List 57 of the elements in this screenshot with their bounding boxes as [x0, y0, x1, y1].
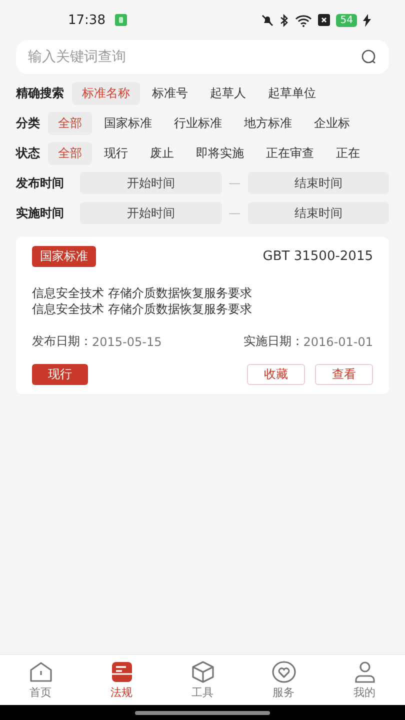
filter-chip[interactable]: 起草单位 — [258, 82, 326, 104]
filter-label: 精确搜索 — [16, 84, 64, 102]
filter-chip[interactable]: 即将实施 — [186, 142, 254, 164]
filter-label: 实施时间 — [16, 204, 65, 222]
implement-date: 2016-01-01 — [303, 334, 373, 348]
date-field[interactable]: 开始时间 — [80, 172, 222, 194]
search-icon[interactable] — [361, 49, 377, 65]
action-button[interactable]: 查看 — [315, 364, 373, 385]
filter-chip[interactable]: 标准名称 — [72, 82, 140, 104]
filter-label: 状态 — [16, 144, 40, 162]
filter-chip[interactable]: 现行 — [94, 142, 138, 164]
category-tag: 国家标准 — [32, 246, 96, 267]
charging-icon — [363, 14, 371, 26]
filter-chip[interactable]: 标准号 — [142, 82, 198, 104]
filter-chip[interactable]: 行业标准 — [164, 112, 232, 134]
filter-chip[interactable]: 起草人 — [200, 82, 256, 104]
app-icon — [115, 14, 128, 26]
filter-chip[interactable]: 废止 — [140, 142, 184, 164]
filter-chip[interactable]: 国家标准 — [94, 112, 162, 134]
battery-level: 54 — [336, 14, 357, 26]
status-time: 17:38 — [68, 12, 106, 28]
status-tag: 现行 — [32, 364, 88, 385]
person-icon — [352, 660, 376, 682]
tab-item[interactable]: 首页 — [0, 655, 81, 705]
standard-title: 信息安全技术 存储介质数据恢复服务要求 — [32, 301, 253, 317]
wifi-icon — [295, 14, 312, 26]
filter-label: 分类 — [16, 114, 40, 132]
standard-code: GBT 31500-2015 — [262, 249, 373, 264]
home-icon — [28, 660, 52, 682]
sim-icon — [318, 14, 330, 26]
document-icon — [110, 660, 134, 682]
filter-chip[interactable]: 企业标 — [304, 112, 360, 134]
result-card[interactable]: 国家标准 GBT 31500-2015 信息安全技术 存储介质数据恢复服务要求 信息安全技术 存储介质数据恢复服务要求 发布日期：2015-05-15 实施日期：2016-01-01 现行 收藏 查看 — [16, 237, 389, 394]
date-field[interactable]: 结束时间 — [248, 202, 389, 224]
filter-label: 发布时间 — [16, 174, 65, 192]
filter-chip[interactable]: 全部 — [48, 142, 92, 164]
action-button[interactable]: 收藏 — [247, 364, 305, 385]
date-field[interactable]: 结束时间 — [248, 172, 389, 194]
publish-date: 2015-05-15 — [92, 334, 162, 348]
range-separator: — — [228, 206, 242, 220]
tab-item[interactable]: 我的 — [324, 655, 405, 705]
filter-chip[interactable]: 正在 — [326, 142, 370, 164]
search-field[interactable]: 输入关键词查询 — [16, 40, 389, 74]
implement-label: 实施日期： — [243, 333, 304, 350]
publish-label: 发布日期： — [32, 333, 92, 350]
filter-chip[interactable]: 地方标准 — [234, 112, 302, 134]
date-field[interactable]: 开始时间 — [80, 202, 222, 224]
tab-item[interactable]: 法规 — [81, 655, 162, 705]
tab-item[interactable]: 服务 — [243, 655, 324, 705]
mute-icon — [261, 14, 274, 26]
bluetooth-icon — [280, 14, 290, 26]
cube-icon — [190, 660, 214, 682]
range-separator: — — [228, 176, 242, 190]
standard-title: 信息安全技术 存储介质数据恢复服务要求 — [32, 285, 253, 301]
tab-item[interactable]: 工具 — [162, 655, 243, 705]
filter-chip[interactable]: 全部 — [48, 112, 92, 134]
filter-chip[interactable]: 正在审查 — [256, 142, 324, 164]
